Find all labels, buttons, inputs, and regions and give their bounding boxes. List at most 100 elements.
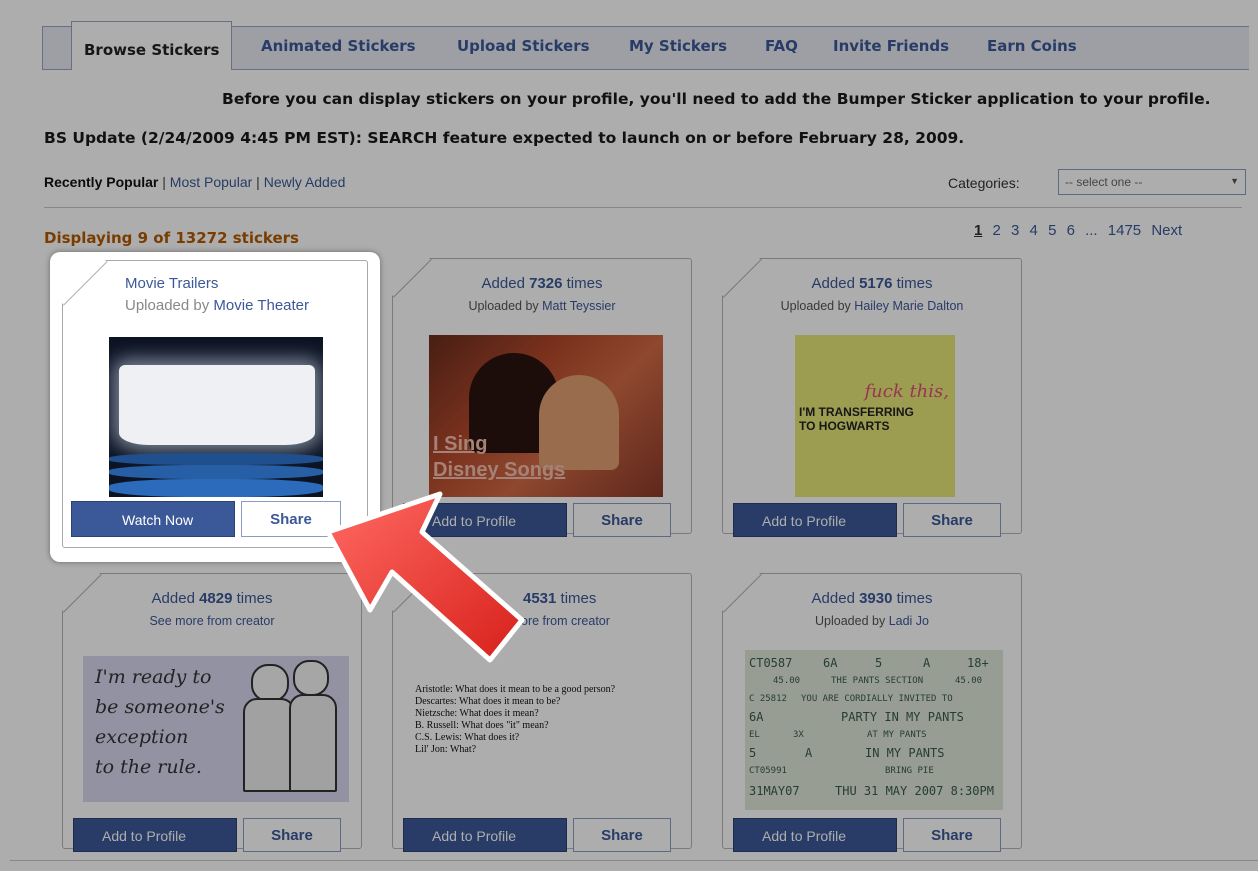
update-banner: BS Update (2/24/2009 4:45 PM EST): SEARC…: [44, 129, 965, 147]
page-link[interactable]: 5: [1048, 222, 1056, 239]
filter-most-popular[interactable]: Most Popular: [170, 174, 252, 190]
added-suffix: times: [896, 590, 933, 607]
featured-uploader: Uploaded by Movie Theater: [125, 297, 309, 314]
sticker-image: fuck this, I'M TRANSFERRING TO HOGWARTS: [795, 335, 955, 497]
app-notice: Before you can display stickers on your …: [222, 90, 1211, 108]
movie-screen-image: [109, 337, 323, 497]
added-number: 4829: [199, 590, 233, 607]
uploader-link[interactable]: Matt Teyssier: [542, 299, 615, 313]
sticker-caption: Aristotle: What does it mean to be a goo…: [415, 684, 616, 695]
share-button[interactable]: Share: [903, 818, 1001, 852]
chevron-down-icon: ▼: [1230, 176, 1239, 186]
red-arrow-icon: [325, 491, 525, 663]
sticker-caption: Lil' Jon: What?: [415, 744, 477, 755]
see-more-link[interactable]: ore from creator: [521, 614, 610, 628]
page-next[interactable]: Next: [1151, 222, 1182, 239]
added-suffix: times: [566, 275, 603, 292]
uploaded-by-label: Uploaded by: [815, 614, 886, 628]
added-number: 5176: [859, 275, 893, 292]
divider: [44, 207, 1242, 208]
added-count: 4531 times: [523, 590, 596, 607]
sticker-caption: Disney Songs: [433, 459, 566, 481]
displaying-count: Displaying 9 of 13272 stickers: [44, 229, 299, 247]
sticker-caption: I'm ready to: [95, 666, 212, 688]
sticker-caption: to the rule.: [95, 756, 202, 778]
share-button[interactable]: Share: [573, 818, 671, 852]
sticker-card: Added 3930 times Uploaded by Ladi Jo CT0…: [722, 573, 1022, 852]
page-link[interactable]: 6: [1067, 222, 1075, 239]
added-suffix: times: [896, 275, 933, 292]
featured-title[interactable]: Movie Trailers: [125, 275, 218, 292]
sticker-card: Added 5176 times Uploaded by Hailey Mari…: [722, 258, 1022, 537]
uploader: Uploaded by Ladi Jo: [723, 614, 1021, 628]
sticker-caption: I'M TRANSFERRING: [799, 405, 914, 419]
uploaded-by-label: Uploaded by: [468, 299, 539, 313]
tab-bar: Browse Stickers Animated Stickers Upload…: [42, 21, 1249, 70]
filter-newly-added[interactable]: Newly Added: [264, 174, 346, 190]
added-number: 7326: [529, 275, 563, 292]
tab-my-stickers[interactable]: My Stickers: [629, 37, 727, 55]
uploader: Uploaded by Hailey Marie Dalton: [723, 299, 1021, 313]
divider: [10, 860, 1258, 861]
uploader: Uploaded by Matt Teyssier: [393, 299, 691, 313]
page-current[interactable]: 1: [974, 222, 982, 239]
added-count: Added 5176 times: [723, 275, 1021, 292]
added-number: 3930: [859, 590, 893, 607]
tab-animated-stickers[interactable]: Animated Stickers: [261, 37, 416, 55]
share-button[interactable]: Share: [573, 503, 671, 537]
sticker-image: I'm ready to be someone's exception to t…: [83, 656, 349, 802]
added-count: Added 7326 times: [393, 275, 691, 292]
uploader-link[interactable]: Movie Theater: [213, 297, 309, 314]
filter-separator: |: [256, 174, 260, 190]
sticker-caption: Descartes: What does it mean to be?: [415, 696, 561, 707]
see-more-text: See more from creator: [149, 614, 275, 628]
added-label: Added: [481, 275, 525, 292]
sticker-image: I Sing Disney Songs: [429, 335, 663, 497]
share-button[interactable]: Share: [243, 818, 341, 852]
uploader-link[interactable]: Ladi Jo: [889, 614, 929, 628]
filter-separator: |: [162, 174, 166, 190]
watch-now-button[interactable]: Watch Now: [71, 501, 235, 537]
share-button[interactable]: Share: [903, 503, 1001, 537]
add-to-profile-button[interactable]: Add to Profile: [403, 818, 567, 852]
added-suffix: times: [560, 590, 597, 607]
see-more-text: ore from creator: [521, 614, 610, 628]
page-last[interactable]: 1475: [1108, 222, 1141, 239]
categories-select[interactable]: -- select one -- ▼: [1058, 169, 1246, 195]
categories-label: Categories:: [948, 175, 1020, 191]
sticker-caption: exception: [95, 726, 189, 748]
add-to-profile-button[interactable]: Add to Profile: [73, 818, 237, 852]
page-link[interactable]: 2: [993, 222, 1001, 239]
uploaded-by-label: Uploaded by: [125, 297, 210, 314]
added-label: Added: [811, 275, 855, 292]
added-label: Added: [811, 590, 855, 607]
filter-recently-popular[interactable]: Recently Popular: [44, 174, 158, 190]
card-fold: [62, 260, 106, 304]
sticker-caption: TO HOGWARTS: [799, 419, 890, 433]
page-ellipsis: ...: [1085, 222, 1098, 239]
sticker-caption: I Sing: [433, 433, 488, 455]
pagination: 1 2 3 4 5 6 ... 1475 Next: [974, 222, 1188, 239]
categories-selected: -- select one --: [1065, 175, 1143, 189]
uploaded-by-label: Uploaded by: [780, 299, 851, 313]
tab-earn-coins[interactable]: Earn Coins: [987, 37, 1077, 55]
sticker-caption: Nietzsche: What does it mean?: [415, 708, 539, 719]
added-count: Added 3930 times: [723, 590, 1021, 607]
sort-filters: Recently Popular | Most Popular | Newly …: [44, 174, 345, 190]
tab-browse-stickers[interactable]: Browse Stickers: [71, 21, 233, 70]
added-label: Added: [151, 590, 195, 607]
tab-invite-friends[interactable]: Invite Friends: [833, 37, 949, 55]
added-suffix: times: [236, 590, 273, 607]
tab-faq[interactable]: FAQ: [765, 37, 798, 55]
sticker-caption: B. Russell: What does "it" mean?: [415, 720, 549, 731]
sticker-caption: fuck this,: [864, 381, 949, 402]
tab-upload-stickers[interactable]: Upload Stickers: [457, 37, 590, 55]
add-to-profile-button[interactable]: Add to Profile: [733, 818, 897, 852]
uploader-link[interactable]: Hailey Marie Dalton: [854, 299, 963, 313]
page-link[interactable]: 3: [1011, 222, 1019, 239]
page-link[interactable]: 4: [1030, 222, 1038, 239]
add-to-profile-button[interactable]: Add to Profile: [733, 503, 897, 537]
sticker-caption: C.S. Lewis: What does it?: [415, 732, 520, 743]
sticker-caption: be someone's: [95, 696, 225, 718]
sticker-image: Aristotle: What does it mean to be a goo…: [415, 670, 687, 800]
